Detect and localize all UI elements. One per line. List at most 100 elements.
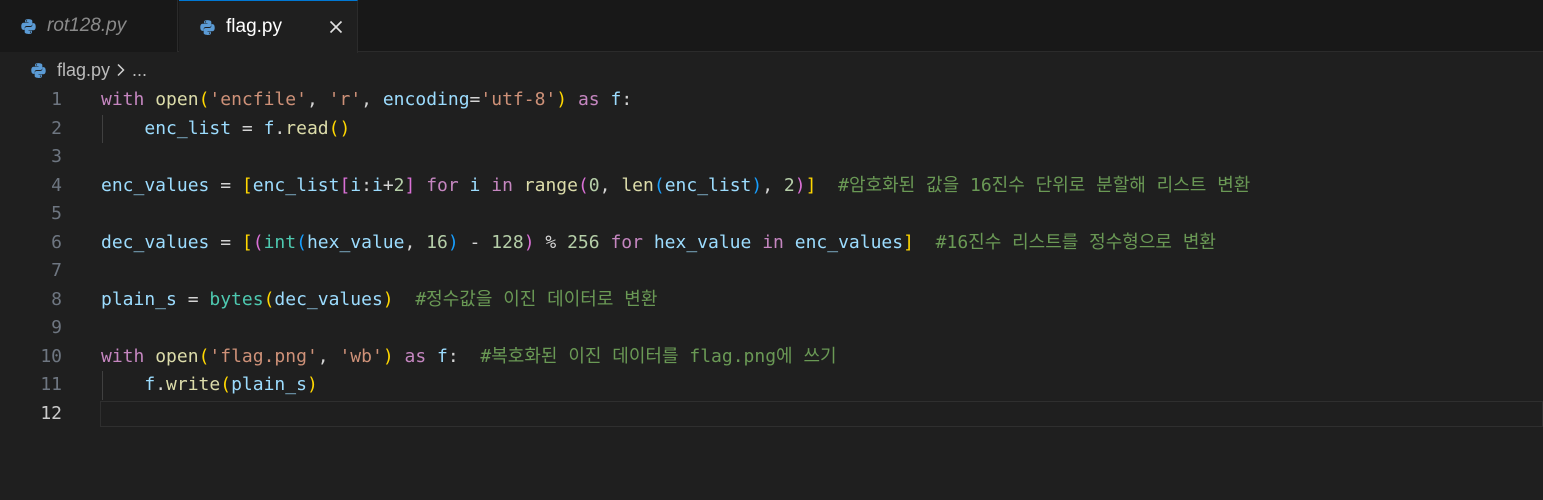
code-token: ,: [306, 89, 329, 110]
code-line[interactable]: 10 with open('flag.png', 'wb') as f: #복호화…: [0, 343, 1543, 372]
code-token: #정수값을 이진 데이터로 변환: [415, 288, 658, 310]
tab-label: rot128.py: [47, 15, 127, 36]
code-line[interactable]: 8 plain_s = bytes(dec_values) #정수값을 이진 데이…: [0, 286, 1543, 315]
code-token: =: [176, 288, 210, 310]
code-token: as: [404, 345, 427, 367]
code-token: f: [263, 117, 275, 139]
code-token: 2: [783, 174, 795, 196]
tab-label: flag.py: [226, 16, 282, 37]
breadcrumb-symbols[interactable]: ...: [132, 60, 147, 81]
code-token: (: [653, 174, 665, 196]
tab-rot128[interactable]: rot128.py: [0, 0, 178, 52]
code-token: :: [361, 174, 372, 196]
line-number: 12: [40, 402, 62, 424]
code-token: (: [296, 231, 307, 253]
code-token: ): [447, 231, 459, 253]
code-token: 16: [426, 231, 448, 253]
code-text: with open('flag.png', 'wb') as f: #복호화된 …: [101, 343, 837, 372]
python-icon: [20, 18, 37, 35]
code-line[interactable]: 1 with open('encfile', 'r', encoding='utf…: [0, 86, 1543, 115]
code-token: (: [263, 288, 275, 310]
breadcrumb-file[interactable]: flag.py: [57, 60, 110, 81]
code-token: :: [621, 89, 633, 110]
code-token: enc_list: [664, 174, 752, 196]
code-token: (: [252, 231, 264, 253]
code-token: write: [166, 374, 221, 395]
code-token: (: [198, 89, 210, 110]
chevron-right-icon: [116, 63, 126, 77]
code-text: dec_values = [(int(hex_value, 16) - 128)…: [101, 229, 1216, 258]
code-token: for: [610, 231, 643, 253]
code-token: ): [556, 89, 568, 110]
code-token: 0: [588, 174, 600, 196]
line-number: 3: [51, 146, 62, 167]
code-token: #복호화된 이진 데이터를 flag.png에 쓰기: [480, 345, 837, 367]
line-number: 5: [51, 203, 62, 224]
code-token: %: [534, 231, 568, 253]
code-line[interactable]: 3: [0, 143, 1543, 172]
code-line[interactable]: 4 enc_values = [enc_list[i:i+2] for i in …: [0, 172, 1543, 201]
code-line[interactable]: 5: [0, 200, 1543, 229]
code-token: plain_s: [101, 288, 177, 310]
code-token: dec_values: [274, 288, 383, 310]
code-token: for: [426, 174, 459, 196]
code-line[interactable]: 6 dec_values = [(int(hex_value, 16) - 128…: [0, 229, 1543, 258]
code-token: ): [751, 174, 763, 196]
code-token: ): [382, 345, 394, 367]
code-token: ]: [903, 231, 914, 253]
code-text: plain_s = bytes(dec_values) #정수값을 이진 데이터…: [101, 286, 657, 315]
code-editor[interactable]: 1 with open('encfile', 'r', encoding='utf…: [0, 86, 1543, 500]
code-token: encoding: [382, 89, 470, 110]
code-token: (: [198, 345, 210, 367]
code-token: ,: [762, 174, 784, 196]
code-token: i: [371, 174, 383, 196]
code-line[interactable]: 12: [0, 400, 1543, 429]
code-token: i: [469, 174, 481, 196]
code-token: 'encfile': [209, 89, 307, 110]
code-line[interactable]: 9: [0, 314, 1543, 343]
close-icon[interactable]: [327, 18, 345, 36]
code-token: ): [382, 288, 394, 310]
code-token: #16진수 리스트를 정수형으로 변환: [935, 231, 1216, 253]
code-token: ,: [599, 174, 622, 196]
code-token: hex_value: [653, 231, 752, 253]
line-number: 9: [51, 317, 62, 338]
code-token: 'r': [328, 89, 362, 110]
code-line[interactable]: 11 f.write(plain_s): [0, 371, 1543, 400]
code-token: plain_s: [231, 374, 307, 395]
code-text: f.write(plain_s): [101, 371, 317, 400]
line-number: 10: [40, 345, 62, 367]
code-token: ,: [317, 345, 340, 367]
code-token: ,: [361, 89, 383, 110]
code-token: =: [209, 231, 242, 253]
line-number: 4: [51, 174, 62, 196]
code-token: .: [155, 374, 167, 395]
code-token: ): [523, 231, 535, 253]
code-token: i: [350, 174, 362, 196]
code-token: read: [285, 117, 329, 139]
code-token: enc_values: [794, 231, 904, 253]
code-token: as: [577, 89, 600, 110]
code-token: len: [621, 174, 654, 196]
code-token: hex_value: [306, 231, 405, 253]
code-line[interactable]: 7: [0, 257, 1543, 286]
code-line[interactable]: 2 enc_list = f.read(): [0, 115, 1543, 144]
tab-bar: rot128.py flag.py: [0, 0, 1543, 53]
breadcrumb: flag.py ...: [0, 53, 1543, 87]
code-token: with: [101, 89, 145, 110]
code-token: #암호화된 값을 16진수 단위로 분할해 리스트 변환: [838, 174, 1251, 196]
code-token: 256: [567, 231, 600, 253]
line-number: 2: [51, 117, 62, 139]
line-number: 11: [40, 374, 62, 395]
tab-flag[interactable]: flag.py: [179, 0, 358, 53]
